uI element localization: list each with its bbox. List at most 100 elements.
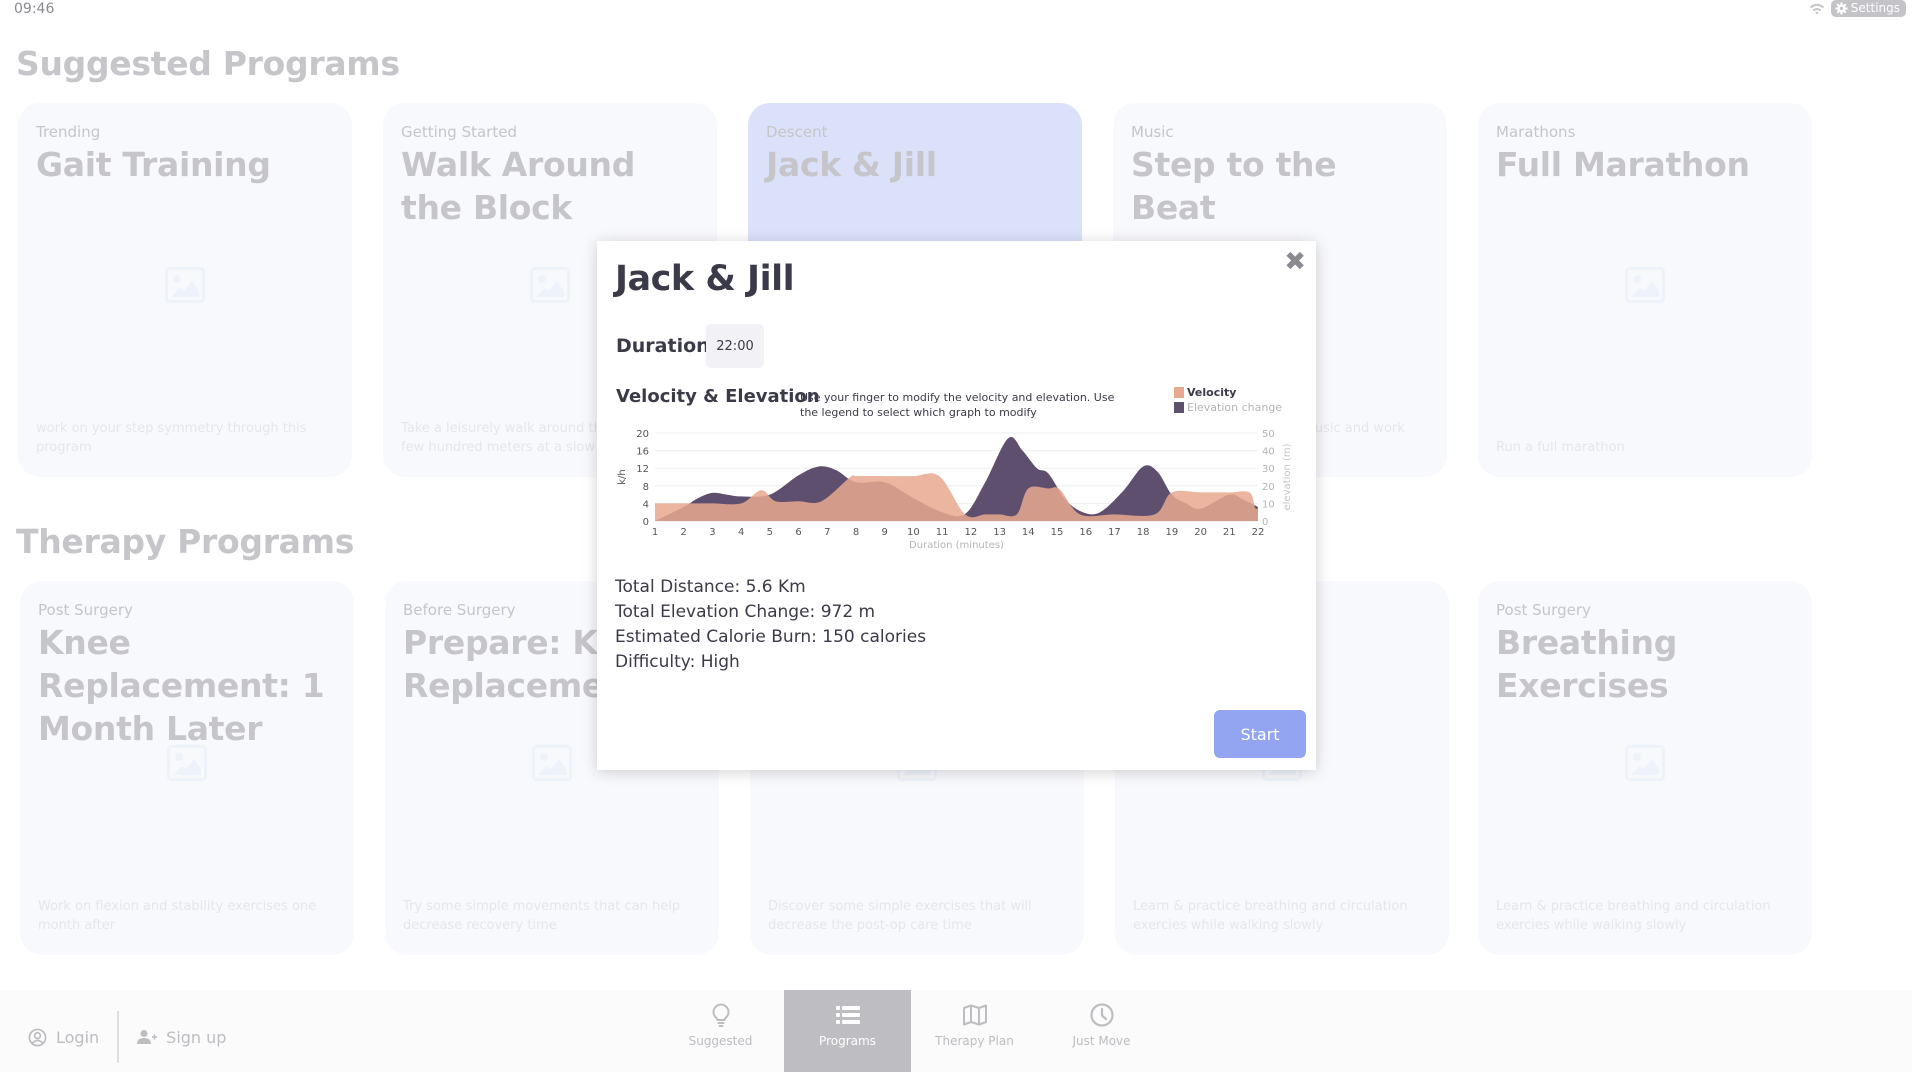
nav-suggested[interactable]: Suggested	[657, 990, 784, 1072]
card-description: Discover some simple exercises that will…	[768, 899, 1032, 933]
program-card[interactable]: Post Surgery Knee Replacement: 1 Month La…	[20, 581, 354, 955]
image-placeholder-icon	[1625, 745, 1665, 781]
suggested-programs-title: Suggested Programs	[16, 44, 400, 83]
nav-therapy-plan[interactable]: Therapy Plan	[911, 990, 1038, 1072]
settings-label: Settings	[1850, 1, 1900, 15]
image-placeholder-icon	[165, 267, 205, 303]
duration-input[interactable]: 22:00	[706, 324, 764, 368]
signup-label: Sign up	[166, 1027, 227, 1047]
x-tick-label: 9	[882, 527, 888, 538]
y2-axis-label: elevation (m)	[1282, 443, 1293, 510]
auth-area: Login Sign up	[28, 1011, 226, 1063]
x-tick-label: 13	[993, 527, 1006, 538]
nav-programs[interactable]: Programs	[784, 990, 911, 1072]
x-tick-label: 1	[652, 527, 658, 538]
settings-button[interactable]: Settings	[1830, 0, 1906, 17]
elevation-swatch	[1174, 402, 1184, 413]
x-tick-label: 7	[824, 527, 830, 538]
x-tick-label: 20	[1194, 527, 1207, 538]
x-tick-label: 16	[1079, 527, 1092, 538]
program-card[interactable]: Post Surgery Breathing Exercises Learn & p…	[1478, 581, 1812, 955]
card-category: Trending	[36, 123, 101, 141]
x-tick-label: 3	[709, 527, 715, 538]
x-tick-label: 5	[767, 527, 773, 538]
modal-title: Jack & Jill	[615, 259, 795, 299]
login-label: Login	[56, 1027, 100, 1047]
x-tick-label: 21	[1223, 527, 1236, 538]
status-time: 09:46	[14, 1, 55, 17]
user-plus-icon	[137, 1030, 158, 1044]
x-tick-label: 2	[681, 527, 687, 538]
start-button[interactable]: Start	[1214, 710, 1306, 758]
x-tick-label: 11	[936, 527, 949, 538]
program-card[interactable]: Trending Gait Training work on your step s…	[18, 103, 352, 477]
x-tick-label: 6	[795, 527, 801, 538]
chart-legend: Velocity Elevation change	[1174, 385, 1282, 415]
x-tick-label: 8	[853, 527, 859, 538]
y-tick-label: 4	[643, 499, 649, 510]
lightbulb-icon	[712, 1003, 729, 1027]
card-description: Learn & practice breathing and circulati…	[1133, 899, 1408, 933]
stat-elevation: Total Elevation Change: 972 m	[615, 602, 876, 622]
stat-calories: Estimated Calorie Burn: 150 calories	[615, 627, 927, 647]
program-card[interactable]: Marathons Full Marathon Run a full maratho…	[1478, 103, 1812, 477]
image-placeholder-icon	[1625, 267, 1665, 303]
card-category: Getting Started	[401, 123, 517, 141]
x-tick-label: 15	[1051, 527, 1064, 538]
nav-just-move[interactable]: Just Move	[1038, 990, 1165, 1072]
nav-label: Just Move	[1072, 1034, 1131, 1048]
y-tick-label: 12	[636, 464, 649, 475]
therapy-programs-title: Therapy Programs	[16, 522, 355, 561]
card-description: Work on flexion and stability exercises …	[38, 899, 317, 933]
legend-item-elevation[interactable]: Elevation change	[1174, 400, 1282, 415]
card-title: Gait Training	[36, 145, 271, 184]
image-placeholder-icon	[167, 745, 207, 781]
program-stats: Total Distance: 5.6 Km Total Elevation C…	[615, 575, 926, 675]
map-icon	[962, 1004, 987, 1026]
nav-label: Therapy Plan	[935, 1034, 1014, 1048]
status-right: Settings	[1809, 0, 1906, 17]
clock-icon	[1089, 1003, 1114, 1027]
close-icon[interactable]: ✖	[1284, 247, 1306, 277]
gear-icon	[1835, 1, 1848, 15]
x-tick-label: 4	[738, 527, 744, 538]
x-tick-label: 22	[1252, 527, 1265, 538]
y2-tick-label: 30	[1262, 464, 1275, 475]
x-tick-label: 17	[1108, 527, 1121, 538]
chart-hint: Use your finger to modify the velocity a…	[800, 391, 1115, 419]
chart-title: Velocity & Elevation	[616, 386, 820, 407]
signup-button[interactable]: Sign up	[137, 1028, 226, 1047]
velocity-elevation-chart[interactable]: 048121620010203040501 2 3 4 5 6 7 8 9 10 11 12 13 14 1…	[597, 421, 1316, 561]
card-description: Learn & practice breathing and circulati…	[1496, 899, 1771, 933]
legend-label: Elevation change	[1187, 401, 1283, 414]
card-title: Knee Replacement: 1 Month Later	[38, 623, 325, 748]
card-title: Walk Around the Block	[401, 145, 636, 227]
y-tick-label: 0	[643, 517, 649, 528]
card-title: Breathing Exercises	[1496, 623, 1678, 705]
card-category: Marathons	[1496, 123, 1576, 141]
card-description: Run a full marathon	[1496, 440, 1625, 455]
x-tick-label: 19	[1165, 527, 1178, 538]
y-tick-label: 16	[636, 447, 649, 458]
stat-distance: Total Distance: 5.6 Km	[615, 577, 806, 597]
y2-tick-label: 40	[1262, 447, 1275, 458]
card-title: Full Marathon	[1496, 145, 1750, 184]
card-title: Step to the Beat	[1131, 145, 1337, 227]
x-axis-label: Duration (minutes)	[909, 540, 1004, 551]
y2-tick-label: 20	[1262, 482, 1275, 493]
y-tick-label: 20	[636, 429, 649, 440]
duration-label: Duration	[616, 335, 710, 357]
y-tick-label: 8	[643, 482, 649, 493]
card-category: Post Surgery	[1496, 601, 1591, 619]
card-category: Post Surgery	[38, 601, 133, 619]
auth-divider	[117, 1011, 120, 1063]
image-placeholder-icon	[530, 267, 570, 303]
velocity-swatch	[1174, 387, 1184, 398]
wifi-icon	[1809, 3, 1824, 14]
x-tick-label: 12	[964, 527, 977, 538]
card-description: Try some simple movements that can help …	[403, 899, 681, 933]
x-tick-label: 10	[907, 527, 920, 538]
login-button[interactable]: Login	[28, 1028, 99, 1047]
user-circle-icon	[28, 1028, 47, 1046]
legend-item-velocity[interactable]: Velocity	[1174, 385, 1282, 400]
